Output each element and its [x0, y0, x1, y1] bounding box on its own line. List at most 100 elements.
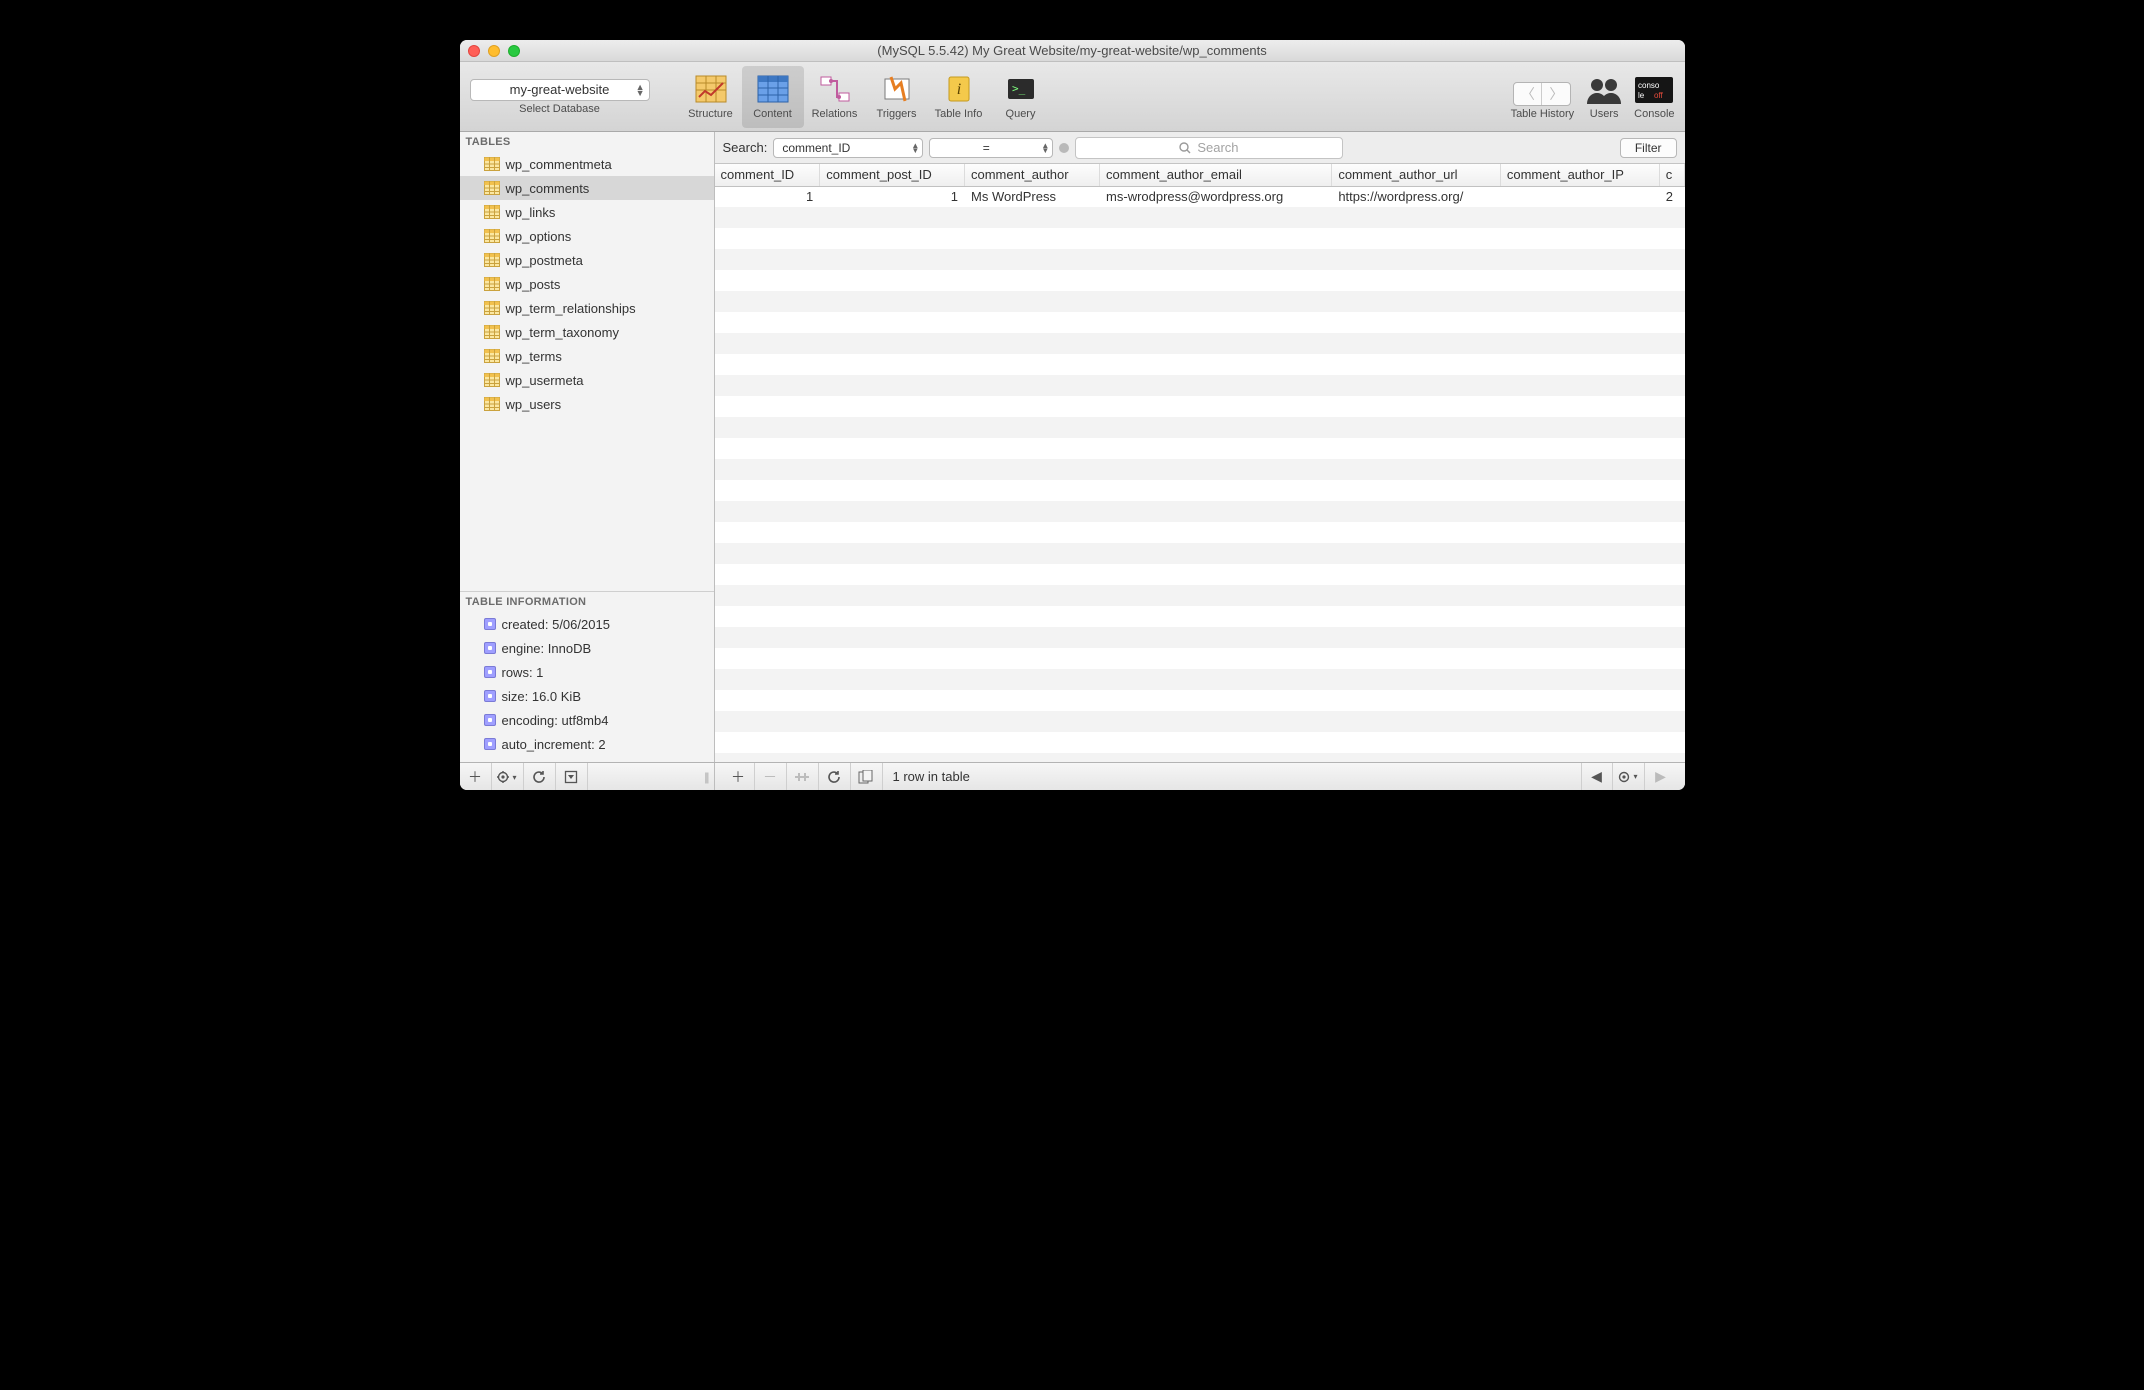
bullet-icon — [484, 618, 496, 630]
table-history[interactable]: 〈 〉 Table History — [1511, 82, 1575, 120]
tables-list[interactable]: wp_commentmetawp_commentswp_linkswp_opti… — [460, 152, 714, 591]
structure-icon — [695, 73, 727, 105]
column-header[interactable]: comment_author_url — [1332, 164, 1501, 186]
table-info-row: rows: 1 — [460, 660, 714, 684]
triggers-icon — [881, 73, 913, 105]
bullet-icon — [484, 714, 496, 726]
search-bar: Search: comment_ID ▲▼ = ▲▼ Search Filter — [715, 132, 1685, 164]
toggle-info-button[interactable] — [556, 763, 588, 790]
cell[interactable]: 1 — [820, 186, 965, 207]
view-tabs: Structure Content Relations Triggers — [680, 66, 1052, 128]
history-back-icon[interactable]: 〈 — [1514, 83, 1542, 105]
clipboard-icon — [858, 770, 874, 784]
stepper-icon: ▲▼ — [636, 84, 645, 96]
panel-toggle-icon — [564, 770, 578, 784]
page-gear-button[interactable]: ▾ — [1613, 763, 1645, 791]
svg-text:off: off — [1654, 91, 1664, 100]
search-input[interactable]: Search — [1075, 137, 1342, 159]
table-info-header: TABLE INFORMATION — [460, 592, 714, 612]
query-icon: >_ — [1005, 73, 1037, 105]
cell[interactable]: 2 — [1659, 186, 1684, 207]
window-title: (MySQL 5.5.42) My Great Website/my-great… — [460, 43, 1685, 58]
filter-button[interactable]: Filter — [1620, 138, 1677, 158]
console-button[interactable]: consoleoff Console — [1634, 74, 1674, 120]
stepper-icon: ▲▼ — [1041, 143, 1049, 153]
table-item-wp-links[interactable]: wp_links — [460, 200, 714, 224]
column-header[interactable]: comment_author — [965, 164, 1100, 186]
tab-relations[interactable]: Relations — [804, 66, 866, 128]
users-button[interactable]: Users — [1584, 74, 1624, 120]
cell[interactable]: 1 — [715, 186, 820, 207]
gear-button[interactable]: ▾ — [492, 763, 524, 790]
bullet-icon — [484, 666, 496, 678]
table-item-wp-commentmeta[interactable]: wp_commentmeta — [460, 152, 714, 176]
search-mode-toggle[interactable] — [1059, 143, 1069, 153]
column-header[interactable]: comment_author_email — [1100, 164, 1332, 186]
search-operator-select[interactable]: = ▲▼ — [929, 138, 1053, 158]
add-row-button[interactable]: ＋ — [723, 763, 755, 791]
duplicate-row-button[interactable] — [787, 763, 819, 791]
tab-content[interactable]: Content — [742, 66, 804, 128]
content-bottom: ＋ － 1 row in table ◀ ▾ ▶ — [715, 763, 1685, 790]
table-item-wp-comments[interactable]: wp_comments — [460, 176, 714, 200]
cell[interactable]: https://wordpress.org/ — [1332, 186, 1501, 207]
body: TABLES wp_commentmetawp_commentswp_links… — [460, 132, 1685, 762]
table-item-wp-term-taxonomy[interactable]: wp_term_taxonomy — [460, 320, 714, 344]
database-select[interactable]: my-great-website ▲▼ — [470, 79, 650, 101]
stepper-icon: ▲▼ — [911, 143, 919, 153]
gear-icon — [497, 770, 511, 784]
column-header[interactable]: comment_post_ID — [820, 164, 965, 186]
console-icon: consoleoff — [1634, 74, 1674, 106]
table-info-row: encoding: utf8mb4 — [460, 708, 714, 732]
table-item-wp-terms[interactable]: wp_terms — [460, 344, 714, 368]
history-fwd-icon[interactable]: 〉 — [1542, 83, 1570, 105]
sidebar-resize-handle[interactable]: ||| — [588, 763, 714, 790]
data-grid[interactable]: comment_IDcomment_post_IDcomment_authorc… — [715, 164, 1685, 762]
database-select-label: Select Database — [519, 103, 600, 115]
content-icon — [757, 73, 789, 105]
table-info-icon: i — [943, 73, 975, 105]
users-icon — [1584, 74, 1624, 106]
table-info-row: auto_increment: 2 — [460, 732, 714, 756]
next-page-button[interactable]: ▶ — [1645, 763, 1677, 791]
search-field-select[interactable]: comment_ID ▲▼ — [773, 138, 923, 158]
cell[interactable] — [1500, 186, 1659, 207]
tab-table-info[interactable]: i Table Info — [928, 66, 990, 128]
prev-page-button[interactable]: ◀ — [1581, 763, 1613, 791]
duplicate-icon — [795, 771, 809, 783]
table-info-row: size: 16.0 KiB — [460, 684, 714, 708]
table-item-wp-posts[interactable]: wp_posts — [460, 272, 714, 296]
table-row[interactable]: 11Ms WordPressms-wrodpress@wordpress.org… — [715, 186, 1685, 207]
table-item-wp-options[interactable]: wp_options — [460, 224, 714, 248]
column-header[interactable]: comment_ID — [715, 164, 820, 186]
column-header[interactable]: c — [1659, 164, 1684, 186]
main-content: Search: comment_ID ▲▼ = ▲▼ Search Filter — [715, 132, 1685, 762]
search-label: Search: — [723, 140, 768, 155]
table-item-wp-postmeta[interactable]: wp_postmeta — [460, 248, 714, 272]
table-item-wp-users[interactable]: wp_users — [460, 392, 714, 416]
sidebar-bottom: ＋ ▾ ||| — [460, 763, 715, 790]
column-header[interactable]: comment_author_IP — [1500, 164, 1659, 186]
copy-button[interactable] — [851, 763, 883, 791]
table-item-wp-usermeta[interactable]: wp_usermeta — [460, 368, 714, 392]
tab-triggers[interactable]: Triggers — [866, 66, 928, 128]
toolbar-right: 〈 〉 Table History Users consoleoff Conso… — [1511, 74, 1675, 120]
titlebar: (MySQL 5.5.42) My Great Website/my-great… — [460, 40, 1685, 62]
bullet-icon — [484, 642, 496, 654]
svg-text:conso: conso — [1638, 81, 1660, 90]
cell[interactable]: Ms WordPress — [965, 186, 1100, 207]
tab-structure[interactable]: Structure — [680, 66, 742, 128]
table-info-row: engine: InnoDB — [460, 636, 714, 660]
cell[interactable]: ms-wrodpress@wordpress.org — [1100, 186, 1332, 207]
table-info-panel: TABLE INFORMATION created: 5/06/2015engi… — [460, 591, 714, 762]
search-icon — [1179, 142, 1191, 154]
gear-icon — [1618, 770, 1632, 784]
tab-query[interactable]: >_ Query — [990, 66, 1052, 128]
row-count-label: 1 row in table — [883, 769, 980, 784]
reload-tables-button[interactable] — [524, 763, 556, 790]
reload-content-button[interactable] — [819, 763, 851, 791]
remove-row-button[interactable]: － — [755, 763, 787, 791]
app-window: (MySQL 5.5.42) My Great Website/my-great… — [460, 40, 1685, 790]
add-table-button[interactable]: ＋ — [460, 763, 492, 790]
table-item-wp-term-relationships[interactable]: wp_term_relationships — [460, 296, 714, 320]
